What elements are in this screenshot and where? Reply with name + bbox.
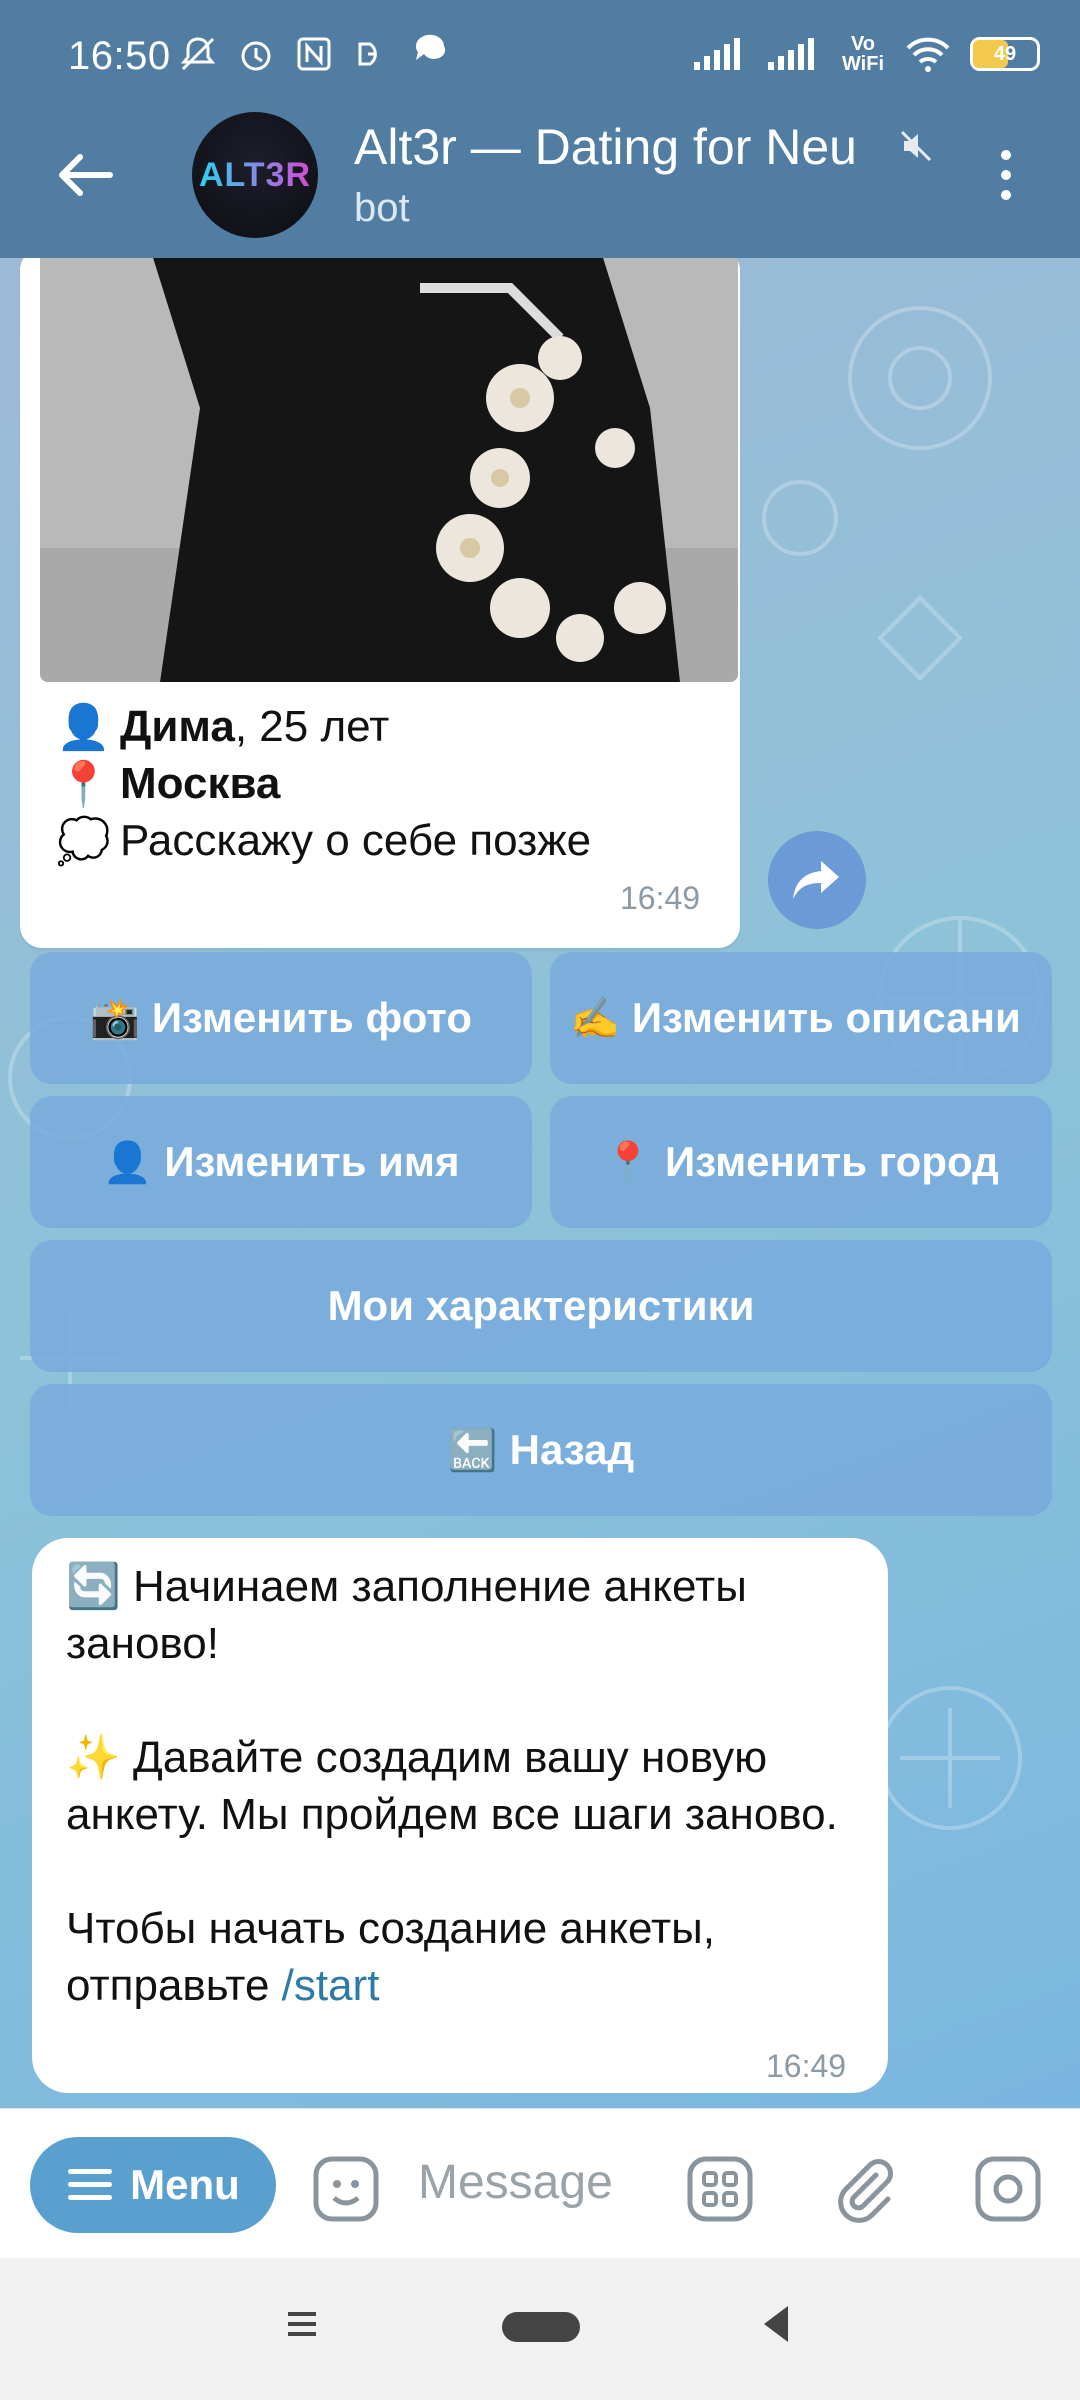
battery-icon: 49 bbox=[970, 37, 1040, 71]
alarm-icon bbox=[241, 41, 271, 71]
profile-age: , 25 лет bbox=[234, 701, 390, 751]
recent-apps-icon[interactable] bbox=[282, 2304, 322, 2344]
bot-menu-label: Menu bbox=[130, 2161, 240, 2208]
bot-message-time: 16:49 bbox=[766, 2048, 847, 2084]
round-pushpin-icon: 📍 bbox=[603, 1140, 654, 1185]
status-bar: 16:50 Vo WiFi 49 bbox=[0, 0, 1080, 110]
bot-message-line-1: 🔄 Начинаем заполнение анкеты заново! bbox=[66, 1558, 866, 1672]
profile-about-line: 💭 Расскажу о себе позже bbox=[56, 812, 591, 869]
camera-icon[interactable] bbox=[972, 2153, 1044, 2225]
forward-button[interactable] bbox=[768, 831, 866, 929]
more-options-button[interactable] bbox=[988, 145, 1024, 205]
back-keyboard-label: Назад bbox=[509, 1426, 635, 1473]
avatar-logo: ALT3R bbox=[198, 155, 312, 194]
change-name-label: Изменить имя bbox=[164, 1138, 460, 1185]
battery-text: 49 bbox=[993, 43, 1017, 65]
chat-title[interactable]: Alt3r — Dating for Neu bbox=[354, 118, 914, 176]
more-vert-icon bbox=[1001, 150, 1011, 200]
vowifi-label: Vo WiFi bbox=[841, 33, 885, 75]
bot-message-line-3-text: Чтобы начать создание анкеты, отправьте bbox=[66, 1904, 715, 2010]
change-photo-label: Изменить фото bbox=[151, 994, 472, 1041]
change-name-button[interactable]: 👤 Изменить имя bbox=[30, 1096, 532, 1228]
menu-icon bbox=[68, 2169, 113, 2200]
bot-commands-icon[interactable] bbox=[684, 2153, 756, 2225]
thought-balloon-icon: 💭 bbox=[56, 816, 111, 866]
bot-message-line-1-text: Начинаем заполнение анкеты заново! bbox=[66, 1562, 747, 1668]
my-traits-label: Мои характеристики bbox=[327, 1282, 755, 1329]
attach-icon[interactable] bbox=[828, 2153, 900, 2225]
bust-in-silhouette-icon: 👤 bbox=[56, 702, 111, 752]
change-city-label: Изменить город bbox=[665, 1138, 999, 1185]
wifi-icon bbox=[906, 37, 950, 72]
profile-details: 👤 Дима, 25 лет 📍 Москва 💭 Расскажу о себ… bbox=[56, 698, 591, 869]
status-right-icons: Vo WiFi 49 bbox=[692, 34, 1040, 74]
bot-message-line-3: Чтобы начать создание анкеты, отправьте … bbox=[66, 1900, 866, 2014]
sparkles-icon: ✨ bbox=[66, 1733, 121, 1782]
bot-message-line-2-text: Давайте создадим вашу новую анкету. Мы п… bbox=[66, 1733, 838, 1839]
profile-message[interactable]: 👤 Дима, 25 лет 📍 Москва 💭 Расскажу о себ… bbox=[20, 258, 740, 948]
writing-hand-icon: ✍️ bbox=[570, 996, 620, 1041]
change-city-button[interactable]: 📍 Изменить город bbox=[550, 1096, 1052, 1228]
bot-message-line-2: ✨ Давайте создадим вашу новую анкету. Мы… bbox=[66, 1729, 866, 1843]
nfc-icon bbox=[297, 37, 331, 71]
back-arrow-icon: 🔙 bbox=[447, 1428, 498, 1473]
profile-message-time: 16:49 bbox=[620, 880, 701, 916]
message-input[interactable]: Message bbox=[418, 2155, 613, 2210]
arrow-left-icon bbox=[59, 154, 113, 196]
app-header: 16:50 Vo WiFi 49 ALT3R Alt3r — Dating fo… bbox=[0, 0, 1080, 258]
cast-icon bbox=[358, 42, 377, 66]
home-icon[interactable] bbox=[500, 2308, 582, 2346]
status-left-icons bbox=[178, 34, 450, 74]
chat-subtitle: bot bbox=[354, 186, 410, 230]
change-description-button[interactable]: ✍️ Изменить описани bbox=[550, 952, 1052, 1084]
status-time: 16:50 bbox=[68, 34, 171, 78]
profile-about: Расскажу о себе позже bbox=[120, 815, 592, 865]
back-keyboard-button[interactable]: 🔙 Назад bbox=[30, 1384, 1052, 1516]
start-command-link[interactable]: /start bbox=[282, 1961, 380, 2010]
round-pushpin-icon: 📍 bbox=[56, 759, 111, 809]
mute-icon bbox=[900, 130, 932, 162]
bell-muted-icon bbox=[180, 37, 216, 71]
sticker-icon[interactable] bbox=[310, 2153, 382, 2225]
profile-photo[interactable] bbox=[40, 258, 738, 682]
bot-text-message[interactable]: 🔄 Начинаем заполнение анкеты заново! ✨ Д… bbox=[32, 1538, 888, 2093]
profile-photo-image bbox=[40, 258, 738, 682]
back-button[interactable] bbox=[50, 145, 120, 205]
chat-bubble-icon bbox=[415, 34, 446, 60]
bust-in-silhouette-icon: 👤 bbox=[102, 1140, 153, 1185]
bot-menu-button[interactable]: Menu bbox=[30, 2137, 276, 2233]
camera-flash-icon: 📸 bbox=[90, 996, 140, 1041]
profile-city: Москва bbox=[120, 758, 281, 808]
profile-name: Дима bbox=[120, 701, 235, 751]
my-traits-button[interactable]: Мои характеристики bbox=[30, 1240, 1052, 1372]
system-nav-bar bbox=[0, 2258, 1080, 2400]
message-input-bar: Menu Message bbox=[0, 2108, 1080, 2258]
bot-message-body: 🔄 Начинаем заполнение анкеты заново! ✨ Д… bbox=[66, 1558, 866, 2014]
repeat-icon: 🔄 bbox=[66, 1562, 121, 1611]
change-photo-button[interactable]: 📸 Изменить фото bbox=[30, 952, 532, 1084]
signal-2-icon bbox=[768, 38, 814, 70]
change-description-label: Изменить описани bbox=[631, 994, 1021, 1041]
signal-icon bbox=[694, 38, 740, 70]
profile-city-line: 📍 Москва bbox=[56, 755, 591, 812]
bot-avatar[interactable]: ALT3R bbox=[192, 112, 318, 238]
share-arrow-icon bbox=[793, 861, 839, 899]
profile-name-line: 👤 Дима, 25 лет bbox=[56, 698, 591, 755]
back-nav-icon[interactable] bbox=[756, 2302, 796, 2346]
chat-area[interactable]: 👤 Дима, 25 лет 📍 Москва 💭 Расскажу о себ… bbox=[0, 258, 1080, 2108]
